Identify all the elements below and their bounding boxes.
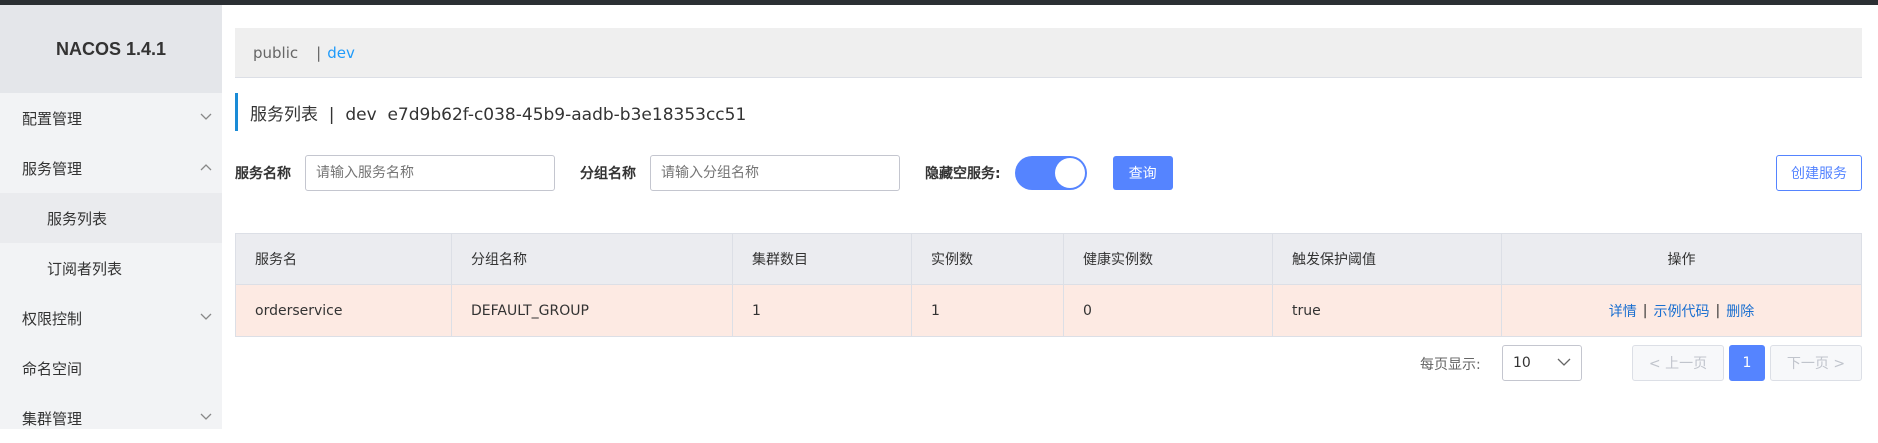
next-page-button[interactable]: 下一页 > bbox=[1770, 345, 1862, 381]
toggle-knob bbox=[1054, 158, 1085, 188]
page-title: 服务列表 | dev e7d9b62f-c038-45b9-aadb-b3e18… bbox=[235, 93, 746, 131]
namespace-bar: public | dev bbox=[235, 28, 1862, 78]
hide-empty-toggle[interactable] bbox=[1014, 156, 1087, 190]
hide-empty-label: 隐藏空服务: bbox=[925, 166, 1001, 182]
create-service-button[interactable]: 创建服务 bbox=[1776, 155, 1862, 191]
cell-group-name: DEFAULT_GROUP bbox=[452, 285, 733, 336]
sidebar-item-label: 订阅者列表 bbox=[47, 259, 123, 278]
action-separator: | bbox=[1715, 302, 1721, 319]
column-header: 实例数 bbox=[912, 234, 1064, 284]
sidebar-item-service[interactable]: 服务管理 bbox=[0, 143, 222, 193]
chevron-up-icon bbox=[200, 163, 212, 173]
sidebar-menu: 配置管理 服务管理 服务列表 订阅者列表 权限控制 命名空间 集群管理 bbox=[0, 93, 222, 443]
sidebar: NACOS 1.4.1 配置管理 服务管理 服务列表 订阅者列表 权限控制 命名… bbox=[0, 5, 222, 429]
table-header-row: 服务名 分组名称 集群数目 实例数 健康实例数 触发保护阈值 操作 bbox=[236, 234, 1861, 285]
sidebar-item-namespace[interactable]: 命名空间 bbox=[0, 343, 222, 393]
detail-link[interactable]: 详情 bbox=[1609, 301, 1637, 321]
namespace-public-link[interactable]: public bbox=[253, 44, 298, 62]
namespace-separator: | bbox=[316, 43, 322, 62]
service-table: 服务名 分组名称 集群数目 实例数 健康实例数 触发保护阈值 操作 orders… bbox=[235, 233, 1862, 337]
sample-code-link[interactable]: 示例代码 bbox=[1654, 301, 1710, 321]
group-name-input[interactable] bbox=[650, 155, 900, 191]
service-name-input[interactable] bbox=[305, 155, 555, 191]
chevron-down-icon bbox=[200, 413, 212, 423]
cell-protect-threshold: true bbox=[1273, 285, 1502, 336]
sidebar-item-label: 配置管理 bbox=[22, 109, 83, 128]
main-content: public | dev 服务列表 | dev e7d9b62f-c038-45… bbox=[222, 5, 1878, 429]
column-header: 服务名 bbox=[236, 234, 452, 284]
action-separator: | bbox=[1642, 302, 1648, 319]
current-page-button[interactable]: 1 bbox=[1729, 345, 1765, 381]
namespace-dev-link[interactable]: dev bbox=[327, 44, 355, 62]
column-header: 操作 bbox=[1667, 252, 1696, 268]
cell-healthy-count: 0 bbox=[1064, 285, 1273, 336]
sidebar-item-label: 服务管理 bbox=[22, 159, 83, 178]
page-size-label: 每页显示: bbox=[1420, 357, 1481, 373]
sidebar-item-config[interactable]: 配置管理 bbox=[0, 93, 222, 143]
column-header: 健康实例数 bbox=[1064, 234, 1273, 284]
sidebar-item-label: 服务列表 bbox=[47, 209, 108, 228]
service-name-label: 服务名称 bbox=[235, 166, 291, 182]
pagination: 每页显示: 10 < 上一页 1 下一页 > bbox=[222, 345, 1862, 381]
sidebar-item-subscriber-list[interactable]: 订阅者列表 bbox=[0, 243, 222, 293]
chevron-down-icon bbox=[200, 113, 212, 123]
chevron-down-icon bbox=[1557, 355, 1571, 371]
delete-link[interactable]: 删除 bbox=[1726, 301, 1754, 321]
sidebar-item-label: 命名空间 bbox=[22, 359, 83, 378]
prev-page-button[interactable]: < 上一页 bbox=[1632, 345, 1724, 381]
brand-title: NACOS 1.4.1 bbox=[0, 5, 222, 93]
cell-actions: 详情 | 示例代码 | 删除 bbox=[1502, 285, 1861, 336]
sidebar-item-service-list[interactable]: 服务列表 bbox=[0, 193, 222, 243]
column-header: 分组名称 bbox=[452, 234, 733, 284]
page-size-select[interactable]: 10 bbox=[1502, 345, 1582, 381]
cell-cluster-count: 1 bbox=[733, 285, 912, 336]
cell-service-name: orderservice bbox=[236, 285, 452, 336]
sidebar-item-label: 权限控制 bbox=[22, 309, 83, 328]
query-button[interactable]: 查询 bbox=[1112, 156, 1173, 190]
sidebar-item-auth[interactable]: 权限控制 bbox=[0, 293, 222, 343]
column-header: 触发保护阈值 bbox=[1273, 234, 1502, 284]
sidebar-item-label: 集群管理 bbox=[22, 409, 83, 428]
group-name-label: 分组名称 bbox=[580, 166, 636, 182]
cell-instance-count: 1 bbox=[912, 285, 1064, 336]
table-row: orderservice DEFAULT_GROUP 1 1 0 true 详情… bbox=[236, 285, 1861, 336]
page-size-value: 10 bbox=[1513, 355, 1531, 371]
column-header: 集群数目 bbox=[733, 234, 912, 284]
sidebar-item-cluster[interactable]: 集群管理 bbox=[0, 393, 222, 443]
filter-bar: 服务名称 分组名称 隐藏空服务: 查询 创建服务 bbox=[235, 153, 1862, 193]
chevron-down-icon bbox=[200, 313, 212, 323]
